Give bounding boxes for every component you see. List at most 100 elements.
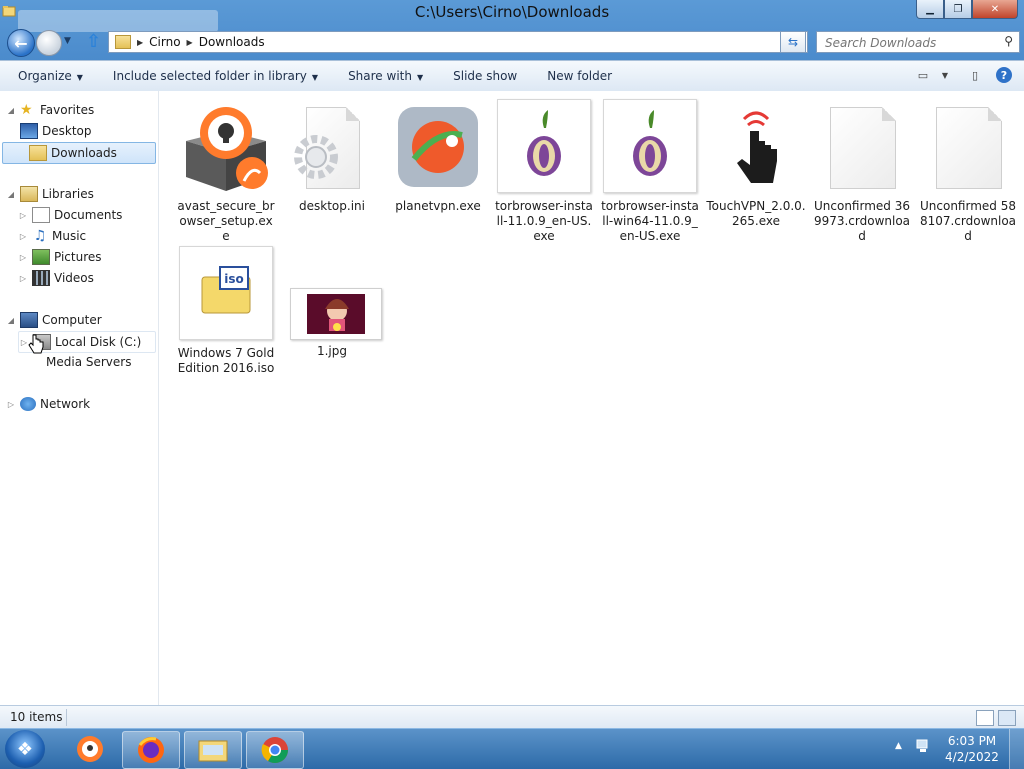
taskbar-firefox[interactable] [122, 731, 180, 769]
expand-icon[interactable]: ▷ [18, 211, 28, 220]
file-item[interactable]: desktop.ini [280, 101, 384, 214]
back-button[interactable]: ← [7, 29, 35, 57]
navigation-pane[interactable]: ◢ ★ Favorites Desktop Downloads ◢ Librar… [0, 91, 159, 705]
image-thumbnail [286, 246, 382, 340]
file-item[interactable]: avast_secure_browser_setup.exe [174, 101, 278, 244]
status-bar: 10 items [0, 705, 1024, 729]
help-icon[interactable]: ? [996, 67, 1012, 83]
sidebar-item-desktop[interactable]: Desktop [16, 121, 92, 141]
libraries-icon [20, 186, 38, 202]
slide-show-button[interactable]: Slide show [453, 69, 517, 83]
maximize-button[interactable]: ❐ [944, 0, 972, 19]
organize-label: Organize [18, 69, 72, 83]
sidebar-item-music[interactable]: ▷ ♫ Music [18, 226, 86, 246]
expand-icon[interactable]: ▷ [18, 274, 28, 283]
sidebar-item-libraries[interactable]: ◢ Libraries [6, 184, 94, 204]
hand-cursor-icon [28, 334, 44, 354]
show-hidden-icons-icon[interactable]: ▲ [895, 741, 902, 751]
sidebar-label: Documents [54, 208, 123, 222]
file-item[interactable]: 1.jpg [280, 246, 384, 359]
avast-installer-icon [180, 101, 272, 193]
new-folder-button[interactable]: New folder [547, 69, 612, 83]
taskbar-avast-browser[interactable] [62, 731, 118, 767]
chevron-right-icon[interactable]: ▶ [187, 38, 193, 47]
file-name: planetvpn.exe [395, 199, 481, 213]
start-button[interactable]: ❖ [5, 730, 45, 768]
file-item[interactable]: planetvpn.exe [386, 101, 490, 214]
expand-icon[interactable]: ▷ [18, 253, 28, 262]
up-arrow-icon[interactable]: ⇧ [86, 31, 101, 52]
tor-onion-icon [603, 99, 697, 193]
file-name: torbrowser-install-win64-11.0.9_en-US.ex… [601, 199, 699, 243]
change-view-icon[interactable]: ▭ [914, 67, 932, 83]
organize-button[interactable]: Organize ▼ [18, 69, 83, 83]
collapse-icon[interactable]: ◢ [6, 190, 16, 199]
expand-icon[interactable]: ▷ [6, 400, 16, 409]
svg-text:iso: iso [224, 272, 244, 286]
sidebar-label: Network [40, 397, 91, 411]
refresh-button[interactable]: ⇆ [780, 31, 806, 53]
include-label: Include selected folder in library [112, 69, 307, 83]
minimize-icon: ▁ [926, 3, 934, 15]
taskbar-chrome[interactable] [246, 731, 304, 769]
breadcrumb-downloads[interactable]: Downloads [199, 35, 265, 49]
file-name: Unconfirmed 369973.crdownload [813, 199, 911, 243]
sidebar-item-pictures[interactable]: ▷ Pictures [18, 247, 102, 267]
sidebar-item-computer[interactable]: ◢ Computer [6, 310, 102, 330]
search-icon[interactable]: ⚲ [1004, 34, 1013, 48]
sidebar-item-favorites[interactable]: ◢ ★ Favorites [6, 100, 94, 120]
breadcrumb-cirno[interactable]: Cirno [149, 35, 180, 49]
share-label: Share with [348, 69, 412, 83]
sidebar-item-downloads[interactable]: Downloads [2, 142, 156, 164]
search-input[interactable] [823, 34, 997, 52]
file-list[interactable]: avast_secure_browser_setup.exe desktop.i… [160, 91, 1024, 705]
media-server-icon [32, 355, 42, 369]
taskbar: ❖ ▲ 6:03 PM 4/2/2022 [0, 728, 1024, 769]
sidebar-label: Media Servers [46, 355, 132, 369]
recent-pages-dropdown[interactable]: ▼ [64, 36, 71, 46]
file-item[interactable]: torbrowser-install-win64-11.0.9_en-US.ex… [598, 99, 702, 244]
explorer-window: C:\Users\Cirno\Downloads ▁ ❐ ✕ ← ▼ ⇧ ▶ C… [0, 0, 1024, 729]
search-box[interactable]: ⚲ [816, 31, 1020, 53]
file-item[interactable]: TouchVPN_2.0.0.265.exe [704, 101, 808, 229]
sidebar-item-network[interactable]: ▷ Network [6, 394, 90, 414]
computer-icon [20, 312, 38, 328]
show-desktop-button[interactable] [1009, 729, 1024, 769]
close-button[interactable]: ✕ [972, 0, 1018, 19]
file-item[interactable]: iso Windows 7 Gold Edition 2016.iso [174, 246, 278, 376]
collapse-icon[interactable]: ◢ [6, 316, 16, 325]
chevron-down-icon: ▼ [416, 73, 424, 82]
system-clock[interactable]: 6:03 PM 4/2/2022 [944, 733, 1000, 765]
details-view-icon[interactable] [976, 710, 994, 726]
minimize-button[interactable]: ▁ [916, 0, 944, 19]
folder-icon [115, 35, 131, 49]
preview-pane-icon[interactable]: ▯ [966, 67, 984, 83]
address-bar[interactable]: ▶ Cirno ▶ Downloads ▼ [108, 31, 808, 53]
file-name: 1.jpg [316, 344, 348, 358]
sidebar-item-documents[interactable]: ▷ Documents [18, 205, 122, 225]
star-icon: ★ [20, 102, 33, 118]
large-icons-view-icon[interactable] [998, 710, 1016, 726]
chevron-right-icon[interactable]: ▶ [137, 38, 143, 47]
collapse-icon[interactable]: ◢ [6, 106, 16, 115]
share-with-button[interactable]: Share with ▼ [348, 69, 423, 83]
sidebar-label: Music [52, 229, 87, 243]
include-in-library-button[interactable]: Include selected folder in library ▼ [113, 69, 318, 83]
file-item[interactable]: Unconfirmed 369973.crdownload [810, 101, 914, 244]
sidebar-label: Pictures [54, 250, 102, 264]
expand-icon[interactable]: ▷ [18, 232, 28, 241]
windows-logo-icon: ❖ [16, 738, 34, 760]
file-item[interactable]: torbrowser-install-11.0.9_en-US.exe [492, 99, 596, 244]
sidebar-item-videos[interactable]: ▷ Videos [18, 268, 94, 288]
network-status-icon[interactable] [915, 738, 931, 754]
forward-button[interactable] [36, 30, 62, 56]
taskbar-explorer[interactable] [184, 731, 242, 769]
avast-browser-icon [77, 736, 103, 762]
navigation-bar: ← ▼ ⇧ ▶ Cirno ▶ Downloads ▼ ⇆ ⚲ [0, 26, 1024, 58]
file-item[interactable]: Unconfirmed 588107.crdownload [916, 101, 1020, 244]
desktop-icon [20, 123, 38, 139]
view-dropdown-icon[interactable]: ▼ [936, 67, 954, 83]
sidebar-label: Libraries [42, 187, 94, 201]
title-bar: C:\Users\Cirno\Downloads ▁ ❐ ✕ [0, 0, 1024, 32]
chrome-icon [261, 737, 289, 764]
